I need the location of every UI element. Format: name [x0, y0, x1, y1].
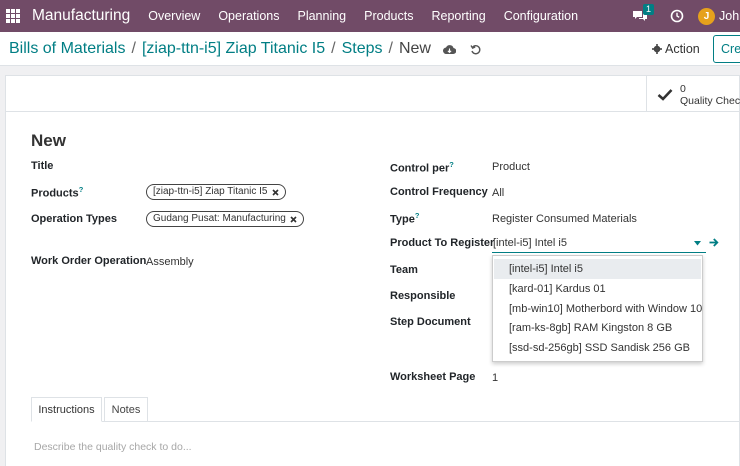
help-mark: ? — [449, 160, 454, 169]
products-tag-label: [ziap-ttn-i5] Ziap Titanic I5 — [153, 186, 268, 197]
operation-types-label: Operation Types — [31, 213, 117, 225]
button-box: 0 Quality Checks — [6, 76, 740, 112]
control-frequency-value[interactable]: All — [492, 187, 504, 199]
breadcrumb-separator: / — [131, 40, 136, 57]
control-panel: Bills of Materials / [ziap-ttn-i5] Ziap … — [0, 32, 740, 66]
product-to-register-label: Product To Register — [390, 237, 495, 249]
chat-badge: 1 — [643, 4, 655, 15]
instructions-editor[interactable]: Describe the quality check to do... — [34, 441, 192, 453]
record-title: New — [31, 131, 66, 150]
quality-checks-stat-button[interactable]: 0 Quality Checks — [646, 76, 740, 112]
dropdown-option[interactable]: [ssd-sd-256gb] SSD Sandisk 256 GB — [494, 338, 701, 358]
control-per-value[interactable]: Product — [492, 161, 530, 173]
caret-down-icon[interactable] — [694, 241, 701, 246]
menu-item-planning[interactable]: Planning — [288, 9, 355, 23]
top-navbar: Manufacturing Overview Operations Planni… — [0, 0, 740, 32]
product-autocomplete-dropdown: [intel-i5] Intel i5 [kard-01] Kardus 01 … — [492, 255, 703, 362]
user-avatar[interactable]: J — [698, 7, 715, 25]
breadcrumb-steps[interactable]: Steps — [342, 40, 383, 58]
worksheet-page-value[interactable]: 1 — [492, 372, 498, 384]
breadcrumb: Bills of Materials / [ziap-ttn-i5] Ziap … — [9, 40, 481, 58]
gear-icon — [652, 44, 662, 54]
action-menu-button[interactable]: Action — [652, 42, 700, 56]
menu-item-products[interactable]: Products — [355, 9, 422, 23]
create-button[interactable]: Create — [713, 35, 740, 63]
type-value[interactable]: Register Consumed Materials — [492, 213, 637, 225]
dropdown-option[interactable]: [intel-i5] Intel i5 — [494, 259, 701, 279]
control-frequency-label: Control Frequency — [390, 186, 488, 198]
user-name[interactable]: John — [719, 9, 740, 23]
remove-tag-icon[interactable] — [290, 215, 297, 223]
navbar-systray: 1 J John — [632, 0, 740, 32]
type-label: Type? — [390, 211, 420, 226]
breadcrumb-separator: / — [331, 40, 336, 57]
help-mark: ? — [414, 211, 420, 220]
menu-item-overview[interactable]: Overview — [139, 9, 209, 23]
responsible-label: Responsible — [390, 290, 456, 302]
worksheet-page-label: Worksheet Page — [390, 371, 476, 383]
internal-link-arrow-icon[interactable] — [709, 238, 719, 247]
help-mark: ? — [78, 185, 84, 194]
step-document-label: Step Document — [390, 316, 471, 328]
work-order-operation-value[interactable]: Assembly — [146, 256, 194, 268]
tab-notes[interactable]: Notes — [104, 397, 148, 422]
discard-undo-icon[interactable] — [470, 44, 481, 55]
form-sheet: 0 Quality Checks New Title Products? [zi… — [5, 75, 740, 466]
clock-icon[interactable] — [670, 9, 684, 23]
breadcrumb-bom-record[interactable]: [ziap-ttn-i5] Ziap Titanic I5 — [142, 40, 325, 58]
breadcrumb-separator: / — [388, 40, 393, 57]
dropdown-option[interactable]: [ram-ks-8gb] RAM Kingston 8 GB — [494, 318, 701, 338]
remove-tag-icon[interactable] — [271, 188, 279, 196]
chat-icon[interactable]: 1 — [632, 4, 655, 22]
title-label: Title — [31, 160, 54, 172]
tab-instructions[interactable]: Instructions — [31, 397, 102, 422]
app-brand[interactable]: Manufacturing — [32, 7, 130, 25]
menu-item-configuration[interactable]: Configuration — [495, 9, 587, 23]
stat-value: 0 — [680, 83, 686, 95]
cloud-save-icon[interactable] — [442, 44, 456, 55]
control-per-label: Control per? — [390, 160, 454, 175]
operation-types-tag-label: Gudang Pusat: Manufacturing — [153, 213, 286, 224]
menu-item-reporting[interactable]: Reporting — [422, 9, 494, 23]
work-order-operation-label: Work Order Operation — [31, 255, 147, 267]
breadcrumb-bills-of-materials[interactable]: Bills of Materials — [9, 40, 125, 58]
menu-item-operations[interactable]: Operations — [209, 9, 288, 23]
main-menu: Overview Operations Planning Products Re… — [139, 9, 587, 23]
operation-types-tag: Gudang Pusat: Manufacturing — [146, 211, 304, 227]
check-icon — [657, 89, 673, 101]
team-label: Team — [390, 264, 418, 276]
dropdown-option[interactable]: [mb-win10] Motherbord with Window 10 — [494, 299, 702, 319]
stat-label: Quality Checks — [680, 95, 740, 107]
action-label: Action — [665, 42, 700, 56]
dropdown-option[interactable]: [kard-01] Kardus 01 — [494, 279, 701, 299]
breadcrumb-current: New — [398, 40, 431, 57]
product-to-register-input[interactable]: [intel-i5] Intel i5 — [492, 236, 706, 253]
products-label: Products? — [31, 185, 84, 200]
apps-menu-icon[interactable] — [6, 9, 20, 23]
products-tag: [ziap-ttn-i5] Ziap Titanic I5 — [146, 184, 286, 200]
